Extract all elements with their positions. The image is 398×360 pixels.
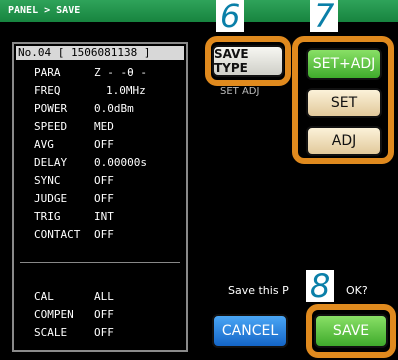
param-row: CONTACT OFF xyxy=(34,228,114,241)
save-type-sub-label: SET ADJ xyxy=(220,86,260,97)
param-row: FREQ 1.0MHz xyxy=(34,84,146,97)
param-row: CAL ALL xyxy=(34,290,114,303)
param-row: JUDGE OFF xyxy=(34,192,114,205)
set-adj-button[interactable]: SET+ADJ xyxy=(306,48,382,80)
param-row: AVG OFF xyxy=(34,138,114,151)
param-row: DELAY 0.00000s xyxy=(34,156,147,169)
callout-number-6: 6 xyxy=(216,0,245,32)
param-row: SPEED MED xyxy=(34,120,114,133)
param-row: SCALE OFF xyxy=(34,326,114,339)
param-row: PARA Z - -θ - xyxy=(34,66,147,79)
title-text: PANEL > SAVE xyxy=(8,5,81,16)
param-row: SYNC OFF xyxy=(34,174,114,187)
save-type-button[interactable]: SAVE TYPE xyxy=(212,45,284,77)
param-row: TRIG INT xyxy=(34,210,114,223)
save-button[interactable]: SAVE xyxy=(314,314,388,348)
confirm-message: Save this P xyxy=(228,284,289,297)
cancel-button[interactable]: CANCEL xyxy=(212,314,288,348)
callout-number-8: 8 xyxy=(306,270,335,302)
panel-divider xyxy=(20,262,180,263)
settings-panel: No.04 [ 1506081138 ] PARA Z - -θ - FREQ 1.… xyxy=(12,42,188,352)
param-row: COMPEN OFF xyxy=(34,308,114,321)
callout-number-7: 7 xyxy=(310,0,339,32)
set-button[interactable]: SET xyxy=(306,88,382,118)
param-row: POWER 0.0dBm xyxy=(34,102,134,115)
confirm-ok-text: OK? xyxy=(346,284,368,297)
panel-header: No.04 [ 1506081138 ] xyxy=(16,46,184,60)
adj-button[interactable]: ADJ xyxy=(306,126,382,156)
